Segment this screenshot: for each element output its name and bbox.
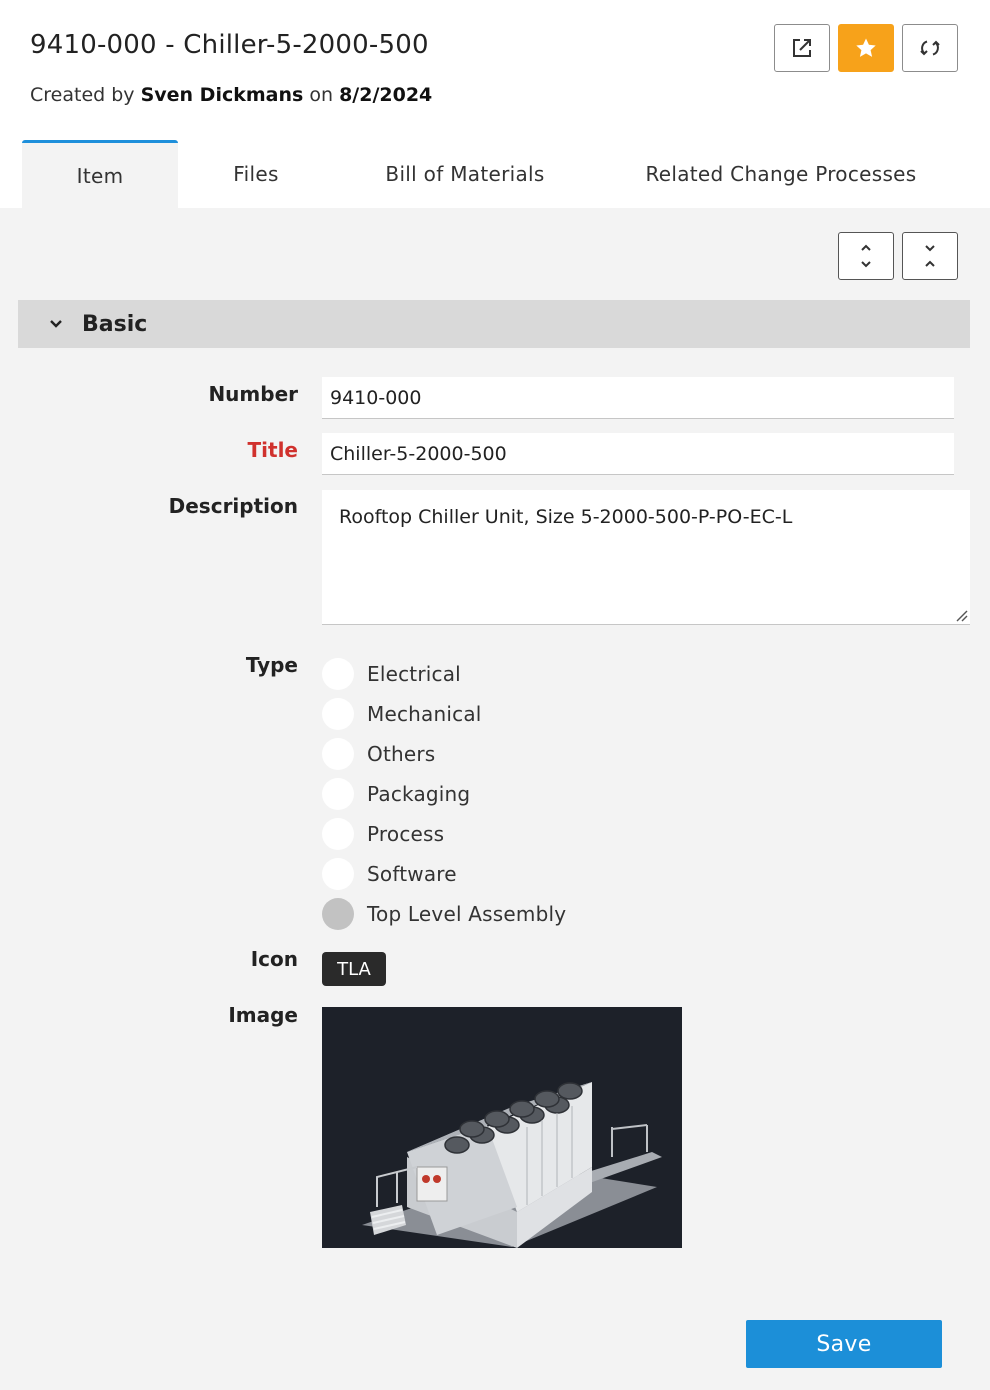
type-option-label: Software [367, 862, 457, 886]
radio-button[interactable] [322, 738, 354, 770]
created-by-user: Sven Dickmans [140, 84, 304, 106]
chiller-unit-image [362, 1082, 662, 1248]
chevron-down-icon [48, 316, 64, 332]
favorite-button[interactable] [838, 24, 894, 72]
star-icon [856, 38, 876, 57]
type-option-others[interactable]: Others [322, 738, 435, 770]
type-label: Type [245, 653, 298, 677]
resize-handle-icon[interactable] [954, 608, 968, 622]
item-header: 9410-000 - Chiller-5-2000-500 Created by… [0, 0, 990, 140]
created-date: 8/2/2024 [339, 84, 433, 106]
radio-button[interactable] [322, 818, 354, 850]
type-option-label: Top Level Assembly [367, 902, 567, 926]
image-label: Image [228, 1003, 298, 1027]
radio-button[interactable] [322, 698, 354, 730]
tab-files[interactable]: Files [178, 140, 334, 208]
tab-bar: Item Files Bill of Materials Related Cha… [0, 140, 990, 208]
item-image[interactable] [322, 1007, 682, 1248]
type-option-process[interactable]: Process [322, 818, 444, 850]
description-label: Description [168, 494, 298, 518]
type-option-label: Mechanical [367, 702, 482, 726]
collapse-all-button[interactable] [902, 232, 958, 280]
expand-all-button[interactable] [838, 232, 894, 280]
radio-button[interactable] [322, 658, 354, 690]
section-title: Basic [82, 311, 148, 337]
created-prefix: Created by [30, 84, 141, 106]
radio-button-selected[interactable] [322, 898, 354, 930]
type-option-label: Packaging [367, 782, 471, 806]
open-in-new-window-button[interactable] [774, 24, 830, 72]
tab-item[interactable]: Item [22, 140, 178, 208]
type-option-electrical[interactable]: Electrical [322, 658, 461, 690]
type-option-label: Electrical [367, 662, 461, 686]
icon-badge[interactable]: TLA [322, 952, 386, 986]
section-basic-header[interactable]: Basic [18, 300, 970, 348]
created-on-prefix: on [303, 84, 340, 106]
type-option-label: Others [367, 742, 436, 766]
number-field[interactable] [322, 377, 954, 419]
radio-button[interactable] [322, 778, 354, 810]
external-link-icon [793, 39, 811, 57]
radio-button[interactable] [322, 858, 354, 890]
tab-related-change-processes[interactable]: Related Change Processes [596, 140, 966, 208]
type-option-top-level-assembly[interactable]: Top Level Assembly [322, 898, 566, 930]
page-title: 9410-000 - Chiller-5-2000-500 [30, 30, 429, 60]
type-option-software[interactable]: Software [322, 858, 457, 890]
icon-label: Icon [250, 947, 298, 971]
number-label: Number [208, 382, 298, 406]
item-content: Basic Number Title Description Rooftop C… [0, 208, 990, 1390]
title-field[interactable] [322, 433, 954, 475]
description-field[interactable]: Rooftop Chiller Unit, Size 5-2000-500-P-… [322, 490, 970, 625]
collapse-all-icon [925, 245, 935, 267]
type-option-packaging[interactable]: Packaging [322, 778, 470, 810]
save-button[interactable]: Save [746, 1320, 942, 1368]
tab-bill-of-materials[interactable]: Bill of Materials [334, 140, 596, 208]
expand-all-icon [861, 244, 871, 268]
type-option-label: Process [367, 822, 445, 846]
title-label: Title [247, 438, 298, 462]
type-option-mechanical[interactable]: Mechanical [322, 698, 482, 730]
refresh-button[interactable] [902, 24, 958, 72]
refresh-icon [920, 40, 940, 56]
description-value: Rooftop Chiller Unit, Size 5-2000-500-P-… [339, 506, 793, 528]
created-info: Created by Sven Dickmans on 8/2/2024 [30, 84, 432, 106]
